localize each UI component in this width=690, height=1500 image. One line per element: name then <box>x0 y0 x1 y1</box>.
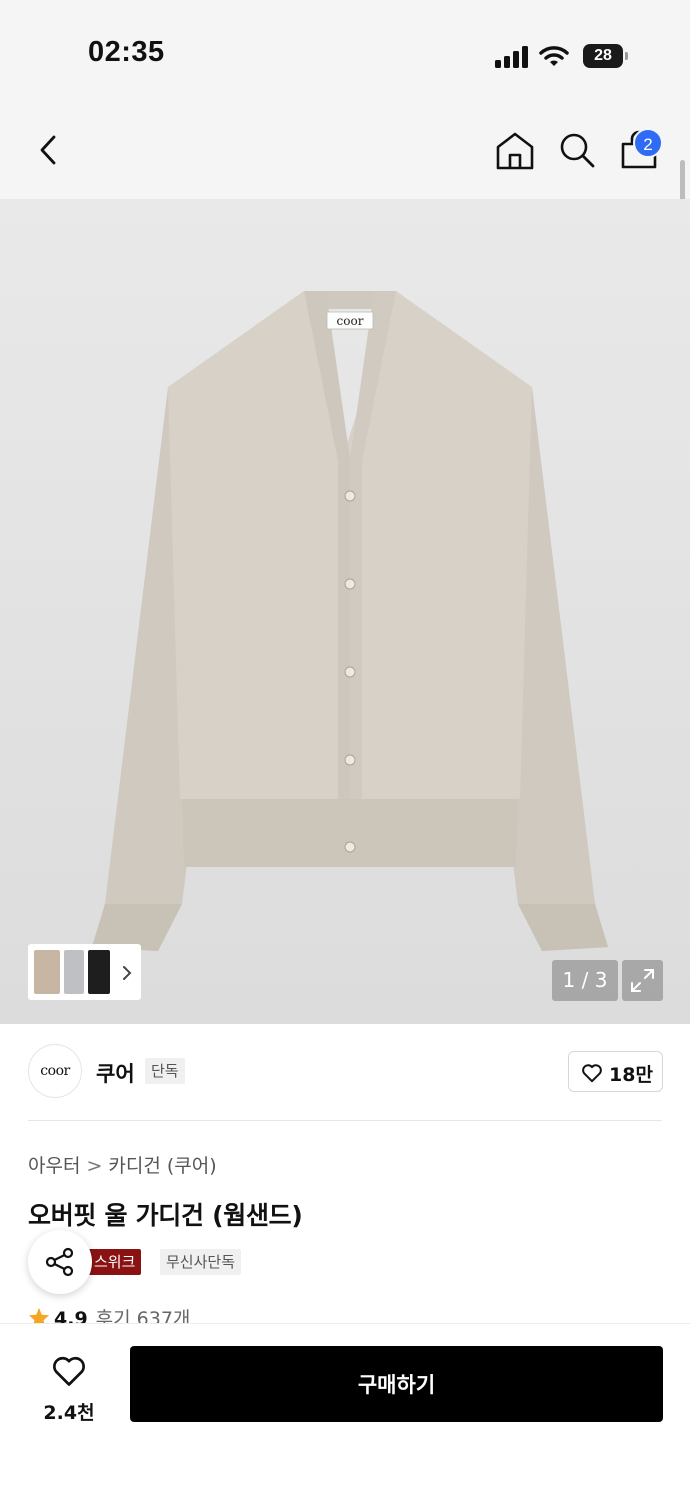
wishlist-count: 2.4천 <box>43 1402 95 1424</box>
share-button[interactable] <box>28 1230 92 1294</box>
brand-row: coor 쿠어 단독 18만 <box>0 1024 690 1120</box>
thumbnail-gray[interactable] <box>64 950 84 994</box>
wishlist-button[interactable]: 2.4천 <box>28 1354 110 1424</box>
breadcrumb: 아우터 > 카디건 (쿠어) <box>28 1151 217 1178</box>
search-icon[interactable] <box>557 130 597 170</box>
brand-name[interactable]: 쿠어 <box>96 1058 135 1088</box>
brand-like-count: 18만 <box>609 1064 653 1086</box>
bottom-action-bar: 2.4천 구매하기 <box>0 1323 690 1500</box>
image-counter: 1 / 3 <box>552 960 618 1001</box>
cart-count-badge: 2 <box>633 128 663 158</box>
signal-icon <box>495 46 529 68</box>
product-image-gallery[interactable]: coor <box>0 199 690 1024</box>
brand-logo[interactable]: coor <box>28 1044 82 1098</box>
home-icon[interactable] <box>495 130 535 170</box>
cardigan-image: coor <box>92 291 608 951</box>
divider <box>28 1120 662 1121</box>
thumbnail-black[interactable] <box>88 950 110 994</box>
wifi-icon <box>539 46 569 66</box>
expand-icon <box>631 969 654 992</box>
buy-button[interactable]: 구매하기 <box>130 1346 663 1422</box>
back-icon[interactable] <box>30 130 70 170</box>
thumbnail-sand[interactable] <box>34 950 60 994</box>
heart-icon <box>582 1064 602 1083</box>
battery-icon: 28 <box>583 44 628 68</box>
expand-button[interactable] <box>622 960 663 1001</box>
chevron-right-icon[interactable] <box>121 964 133 982</box>
status-time: 02:35 <box>88 36 165 68</box>
share-icon <box>45 1247 74 1277</box>
breadcrumb-separator: > <box>86 1155 103 1177</box>
cardigan-label: coor <box>337 314 364 328</box>
promo-tag: 스위크 <box>88 1249 142 1275</box>
heart-icon <box>53 1356 85 1386</box>
brand-like-button[interactable]: 18만 <box>568 1051 663 1092</box>
nav-bar <box>0 100 690 200</box>
breadcrumb-category[interactable]: 아우터 <box>28 1155 80 1177</box>
product-title: 오버핏 울 가디건 (웜샌드) <box>28 1201 303 1230</box>
exclusive-badge: 단독 <box>145 1058 185 1084</box>
status-bar: 02:35 28 <box>0 0 690 100</box>
breadcrumb-subcategory[interactable]: 카디건 (쿠어) <box>108 1155 216 1177</box>
exclusive-tag: 무신사단독 <box>160 1249 242 1275</box>
